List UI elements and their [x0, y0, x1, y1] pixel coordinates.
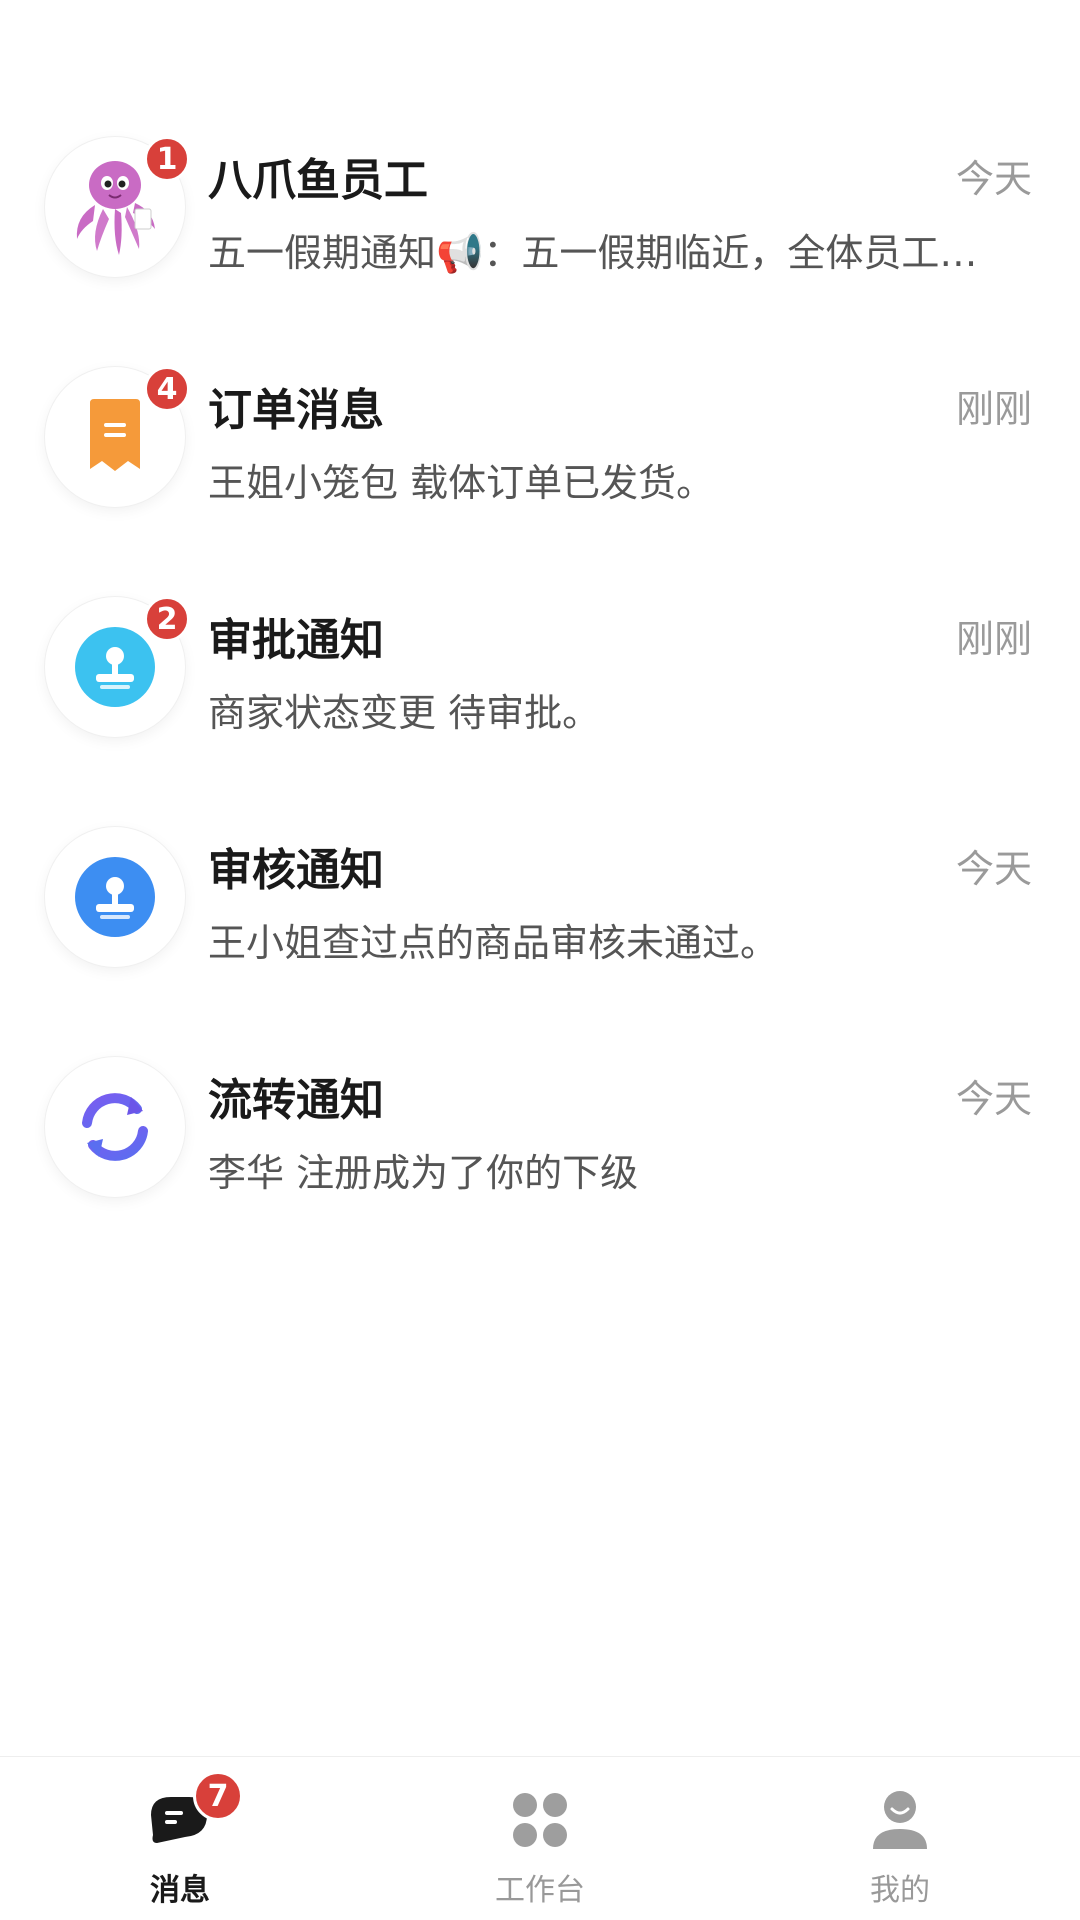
tab-label: 工作台 [495, 1873, 585, 1908]
message-list: 1 八爪鱼员工 今天 五一假期通知📢：五一假期临近，全体员工… 4 订单消息 刚… [0, 110, 1080, 1260]
message-time: 刚刚 [955, 387, 1032, 431]
message-icon: 7 [145, 1771, 243, 1855]
message-title: 审批通知 [208, 615, 384, 666]
unread-badge: 2 [144, 596, 190, 642]
avatar [45, 827, 185, 967]
unread-badge: 7 [193, 1771, 243, 1821]
tab-messages[interactable]: 7 消息 [0, 1757, 360, 1920]
unread-badge: 4 [144, 366, 190, 412]
message-preview: 五一假期通知📢：五一假期临近，全体员工… [208, 231, 978, 275]
message-time: 今天 [955, 847, 1032, 891]
message-time: 刚刚 [955, 617, 1032, 661]
refresh-icon [82, 1093, 148, 1161]
tab-label: 我的 [870, 1873, 930, 1908]
tab-workbench[interactable]: 工作台 [360, 1757, 720, 1920]
list-item[interactable]: 审核通知 今天 王小姐查过点的商品审核未通过。 [0, 800, 1080, 1030]
message-time: 今天 [955, 1077, 1032, 1121]
message-title: 审核通知 [208, 845, 384, 896]
workbench-icon [505, 1785, 575, 1855]
stamp-icon [75, 857, 155, 937]
message-title: 流转通知 [208, 1075, 384, 1126]
tab-label: 消息 [150, 1873, 210, 1908]
unread-badge: 1 [144, 136, 190, 182]
list-item[interactable]: 2 审批通知 刚刚 商家状态变更 待审批。 [0, 570, 1080, 800]
avatar [45, 1057, 185, 1197]
tab-profile[interactable]: 我的 [720, 1757, 1080, 1920]
receipt-icon [90, 399, 140, 471]
message-preview: 王小姐查过点的商品审核未通过。 [208, 921, 779, 965]
message-preview: 李华 注册成为了你的下级 [208, 1151, 639, 1195]
message-title: 八爪鱼员工 [208, 155, 428, 206]
bottom-tab-bar: 7 消息 工作台 我的 [0, 1756, 1080, 1920]
message-preview: 商家状态变更 待审批。 [208, 691, 601, 735]
message-screen: 1 八爪鱼员工 今天 五一假期通知📢：五一假期临近，全体员工… 4 订单消息 刚… [0, 0, 1080, 1920]
stamp-icon [75, 627, 155, 707]
message-title: 订单消息 [208, 385, 384, 436]
list-item[interactable]: 流转通知 今天 李华 注册成为了你的下级 [0, 1030, 1080, 1260]
list-item[interactable]: 4 订单消息 刚刚 王姐小笼包 载体订单已发货。 [0, 340, 1080, 570]
profile-icon [865, 1785, 935, 1855]
message-time: 今天 [955, 157, 1032, 201]
message-preview: 王姐小笼包 载体订单已发货。 [208, 461, 715, 505]
list-item[interactable]: 1 八爪鱼员工 今天 五一假期通知📢：五一假期临近，全体员工… [0, 110, 1080, 340]
